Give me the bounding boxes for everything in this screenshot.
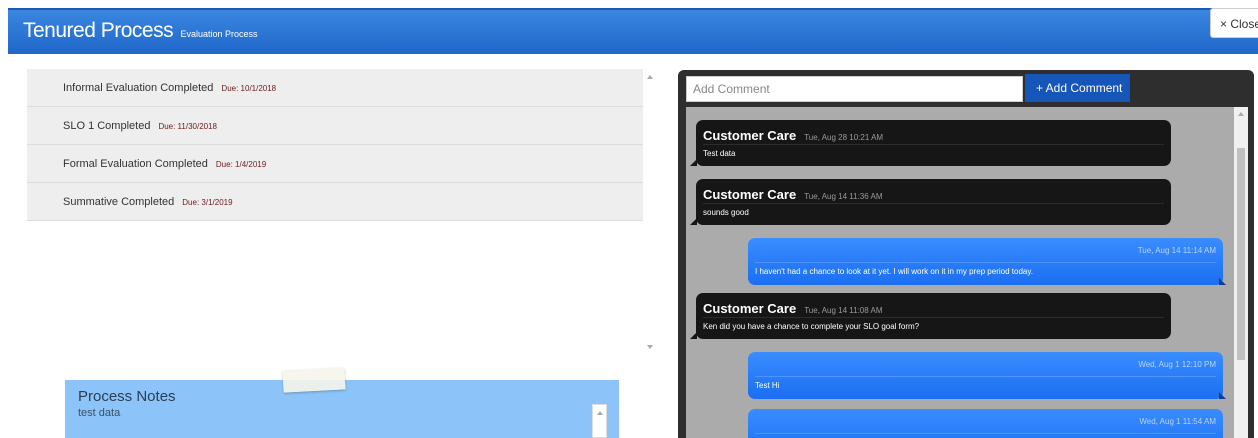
message-bubble: Tue, Aug 14 11:14 AM I haven't had a cha… (748, 238, 1226, 285)
task-label: Formal Evaluation Completed (63, 158, 208, 170)
message-text: Ken did you have a chance to complete yo… (703, 322, 920, 331)
task-label: SLO 1 Completed (63, 120, 151, 132)
message-text: Test Hi (755, 381, 780, 390)
task-due-date: Due: 11/30/2018 (158, 122, 218, 131)
task-row[interactable]: Informal Evaluation Completed Due: 10/1/2… (27, 69, 643, 107)
scrollbar-thumb[interactable] (1237, 148, 1245, 360)
task-due-date: Due: 3/1/2019 (182, 198, 233, 207)
message-time: Wed, Aug 1 12:10 PM (1138, 360, 1216, 369)
message-bubble: Customer Care Tue, Aug 14 11:36 AM sounds… (690, 179, 1171, 225)
bubble-tail (690, 332, 697, 339)
message-header: Customer Care Tue, Aug 14 11:36 AM (703, 187, 882, 202)
message-scrollbar[interactable] (1234, 107, 1248, 438)
message-bubble: Customer Care Tue, Aug 28 10:21 AM Test d… (690, 120, 1171, 166)
scroll-up-icon[interactable] (597, 411, 603, 415)
modal-header: Tenured Process Evaluation Process (8, 8, 1258, 54)
divider (703, 203, 1164, 204)
message-time: Tue, Aug 14 11:08 AM (804, 306, 883, 315)
task-due-date: Due: 10/1/2018 (221, 84, 277, 93)
notes-title: Process Notes (78, 388, 176, 405)
close-button[interactable]: × Close (1210, 8, 1258, 38)
message-header: Customer Care Tue, Aug 14 11:08 AM (703, 301, 882, 316)
title-text: Tenured Process (23, 19, 174, 42)
tape-decoration (282, 367, 346, 393)
divider (755, 433, 1216, 434)
message-bubble: Customer Care Tue, Aug 14 11:08 AM Ken di… (690, 293, 1171, 339)
scroll-up-icon[interactable] (1238, 112, 1244, 116)
task-list-scrollbar[interactable] (643, 69, 657, 356)
notes-scrollbar[interactable] (592, 404, 607, 438)
task-row[interactable]: Formal Evaluation Completed Due: 1/4/2019 (27, 145, 643, 183)
message-text: I haven't had a chance to look at it yet… (755, 267, 1033, 276)
bubble-tail (1219, 278, 1226, 285)
task-list: Informal Evaluation Completed Due: 10/1/2… (27, 69, 643, 221)
divider (703, 144, 1164, 145)
scroll-down-icon[interactable] (647, 345, 653, 349)
task-row[interactable]: Summative Completed Due: 3/1/2019 (27, 183, 643, 221)
task-due-date: Due: 1/4/2019 (215, 160, 267, 169)
task-label: Informal Evaluation Completed (63, 82, 214, 94)
bubble-tail (1219, 392, 1226, 399)
task-pane: Informal Evaluation Completed Due: 10/1/2… (27, 69, 657, 356)
message-author: Customer Care (703, 128, 797, 143)
message-time: Wed, Aug 1 11:54 AM (1139, 417, 1216, 426)
message-text: Test data (703, 149, 736, 158)
bubble-tail (690, 218, 697, 225)
message-bubble: Wed, Aug 1 11:54 AM (748, 409, 1223, 438)
add-comment-button[interactable]: + Add Comment (1025, 74, 1130, 102)
divider (703, 317, 1164, 318)
message-author: Customer Care (703, 187, 797, 202)
message-list: Customer Care Tue, Aug 28 10:21 AM Test d… (686, 107, 1234, 438)
comment-input[interactable] (686, 76, 1023, 102)
message-time: Tue, Aug 14 11:14 AM (1137, 246, 1216, 255)
message-header: Customer Care Tue, Aug 28 10:21 AM (703, 128, 883, 143)
task-row[interactable]: SLO 1 Completed Due: 11/30/2018 (27, 107, 643, 145)
message-time: Tue, Aug 28 10:21 AM (804, 133, 884, 142)
scroll-up-icon[interactable] (647, 75, 653, 79)
task-label: Summative Completed (63, 196, 175, 208)
message-bubble: Wed, Aug 1 12:10 PM Test Hi (748, 352, 1226, 399)
page-subtitle: Evaluation Process (180, 29, 258, 39)
divider (755, 262, 1216, 263)
divider (755, 376, 1216, 377)
bubble-tail (690, 159, 697, 166)
message-author: Customer Care (703, 301, 797, 316)
message-time: Tue, Aug 14 11:36 AM (804, 192, 883, 201)
notes-text[interactable]: test data (78, 407, 120, 419)
comment-panel: + Add Comment Customer Care Tue, Aug 28 1… (678, 70, 1254, 438)
page-title: Tenured Process Evaluation Process (23, 19, 257, 43)
message-text: sounds good (703, 208, 749, 217)
